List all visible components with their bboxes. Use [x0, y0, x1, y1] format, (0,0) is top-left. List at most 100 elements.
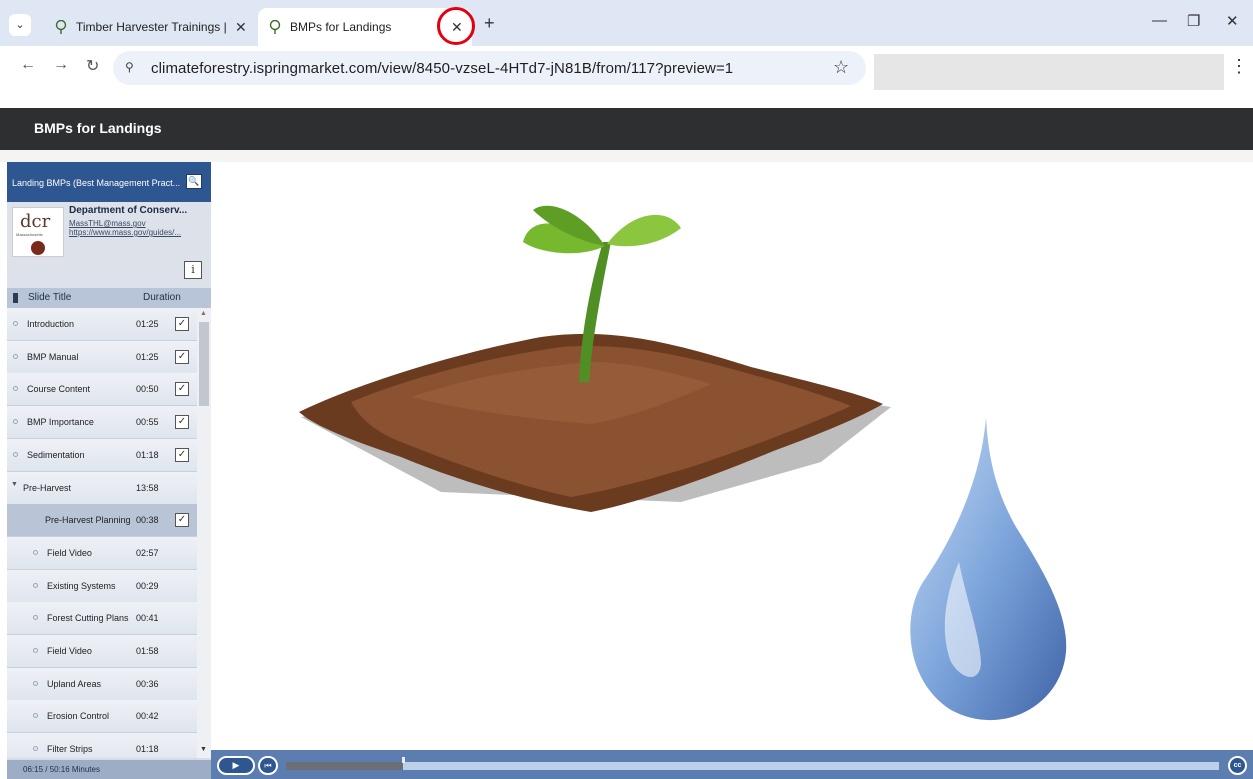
slide-duration: 02:57 — [136, 547, 159, 558]
reload-button[interactable]: ↻ — [86, 56, 99, 76]
forward-button[interactable]: → — [53, 56, 69, 74]
slide-duration: 00:29 — [136, 580, 159, 591]
tab-close-icon[interactable]: ✕ — [235, 8, 247, 46]
leaf-emblem-icon — [31, 241, 45, 255]
slide-row[interactable]: BMP Manual 01:25 ✓ — [7, 340, 197, 374]
tab-search-chevron-icon[interactable]: ⌄ — [9, 14, 31, 36]
slide-row[interactable]: ▼ Pre-Harvest 13:58 — [7, 471, 197, 505]
bookmark-star-icon[interactable]: ☆ — [833, 57, 849, 78]
viewed-checkbox: ✓ — [175, 415, 189, 430]
slide-duration: 00:41 — [136, 613, 159, 624]
slide-row[interactable]: Pre-Harvest Planning 00:38 ✓ — [7, 504, 197, 538]
restart-button[interactable]: ⏮ — [258, 756, 278, 775]
dcr-logo: dcr Massachusetts — [12, 207, 64, 257]
site-info-icon[interactable]: ⚲ — [125, 60, 134, 74]
minimize-button[interactable]: — — [1152, 12, 1167, 29]
bullet-icon — [13, 353, 18, 359]
slide-title: Forest Cutting Plans — [47, 613, 129, 624]
sprout-leaf-right — [607, 214, 681, 247]
bullet-icon — [33, 746, 38, 752]
restore-button[interactable]: ❐ — [1187, 12, 1200, 30]
bullet-icon — [33, 713, 38, 719]
slide-title: Pre-Harvest Planning — [45, 515, 131, 526]
bullet-icon — [33, 615, 38, 621]
slide-row[interactable]: Field Video 02:57 — [7, 536, 197, 570]
viewed-checkbox: ✓ — [175, 382, 189, 397]
slide-row[interactable]: Existing Systems 00:29 — [7, 569, 197, 603]
presenter-name: Department of Conserv... — [69, 205, 188, 216]
outline-search-bar: Landing BMPs (Best Management Pract... 🔍 — [7, 162, 211, 202]
closed-captions-button[interactable]: cc — [1228, 756, 1247, 775]
slide-row[interactable]: Upland Areas 00:36 — [7, 667, 197, 701]
scroll-thumb[interactable] — [199, 322, 209, 406]
tab-timber-harvester[interactable]: Timber Harvester Trainings | Cli ✕ — [44, 8, 256, 46]
seek-progress — [286, 762, 403, 770]
slide-title: Field Video — [47, 646, 92, 656]
viewed-checkbox: ✓ — [175, 447, 189, 462]
tree-favicon-icon — [269, 20, 281, 34]
slide-title: Sedimentation — [27, 449, 85, 460]
bullet-icon — [13, 386, 18, 392]
slide-title: Field Video — [47, 547, 92, 558]
expand-triangle-icon[interactable]: ▼ — [11, 481, 18, 488]
back-button[interactable]: ← — [20, 56, 36, 74]
viewed-checkbox: ✓ — [175, 317, 189, 331]
slide-duration: 00:36 — [136, 678, 159, 689]
presenter-website-link[interactable]: https://www.mass.gov/guides/... — [69, 228, 181, 237]
bullet-icon — [33, 648, 38, 653]
bullet-icon — [13, 451, 18, 457]
slide-row[interactable]: Course Content 00:50 ✓ — [7, 373, 197, 407]
viewed-checkbox: ✓ — [175, 513, 189, 528]
extensions-area — [874, 54, 1224, 90]
scroll-down-icon[interactable]: ▼ — [200, 746, 207, 753]
time-status: 06:15 / 50:16 Minutes — [23, 765, 100, 774]
seek-bar[interactable] — [286, 757, 1219, 770]
search-icon[interactable]: 🔍 — [186, 174, 202, 189]
slide-title: Pre-Harvest — [23, 482, 72, 493]
info-button[interactable]: i — [184, 261, 202, 279]
presenter-email-link[interactable]: MassTHL@mass.gov — [69, 219, 146, 228]
time-status-bar: 06:15 / 50:16 Minutes — [7, 760, 211, 779]
seek-handle[interactable] — [401, 757, 405, 763]
slide-row[interactable]: Introduction 01:25 ✓ — [7, 308, 197, 341]
url-text[interactable]: climateforestry.ispringmarket.com/view/8… — [151, 60, 733, 77]
playback-controls: ▶ ⏮ cc — [211, 750, 1253, 779]
slide-duration: 01:18 — [136, 744, 159, 755]
logo-text: dcr — [20, 211, 51, 232]
scroll-up-icon[interactable]: ▲ — [200, 310, 207, 317]
slide-duration: 01:58 — [136, 646, 159, 656]
slide-row[interactable]: Sedimentation 01:18 ✓ — [7, 438, 197, 472]
browser-menu-icon[interactable]: ⋮ — [1230, 56, 1248, 77]
bullet-icon — [13, 321, 18, 326]
slide-illustration — [299, 205, 1067, 721]
slide-title: Introduction — [27, 319, 75, 329]
slide-title: Upland Areas — [47, 678, 102, 689]
slide-row[interactable]: Forest Cutting Plans 00:41 — [7, 602, 197, 636]
slide-title: BMP Manual — [27, 351, 79, 362]
close-tab-highlight-ring — [437, 7, 475, 45]
slide-row[interactable]: Field Video 01:58 — [7, 635, 197, 668]
slide-duration: 00:42 — [136, 711, 159, 722]
outline-sidebar: Landing BMPs (Best Management Pract... 🔍… — [7, 162, 211, 779]
play-button[interactable]: ▶ — [217, 756, 255, 775]
new-tab-button[interactable]: + — [484, 13, 495, 34]
outline-header: Slide Title Duration — [7, 288, 211, 308]
slide-row[interactable]: BMP Importance 00:55 ✓ — [7, 406, 197, 440]
tab-title: Timber Harvester Trainings | Cli — [76, 20, 226, 34]
slide-title: Existing Systems — [47, 580, 116, 591]
slide-row[interactable]: Erosion Control 00:42 — [7, 700, 197, 734]
header-divider — [0, 150, 1253, 162]
slide-row[interactable]: Filter Strips 01:18 — [7, 733, 197, 758]
slide-list: Introduction 01:25 ✓ BMP Manual 01:25 ✓ Course… — [7, 308, 197, 758]
slide-title: Course Content — [27, 384, 91, 395]
slide-stage — [211, 162, 1253, 750]
bullet-icon — [33, 680, 38, 686]
slide-title-header: Slide Title — [28, 292, 72, 303]
address-bar[interactable]: ⚲ climateforestry.ispringmarket.com/view… — [113, 51, 866, 85]
slide-title: Filter Strips — [47, 744, 93, 755]
water-drop — [910, 417, 1067, 721]
bullet-icon — [13, 419, 18, 425]
slide-title: Erosion Control — [47, 711, 110, 722]
outline-scrollbar[interactable]: ▲ ▼ — [197, 308, 211, 758]
close-window-button[interactable]: ✕ — [1226, 12, 1239, 30]
